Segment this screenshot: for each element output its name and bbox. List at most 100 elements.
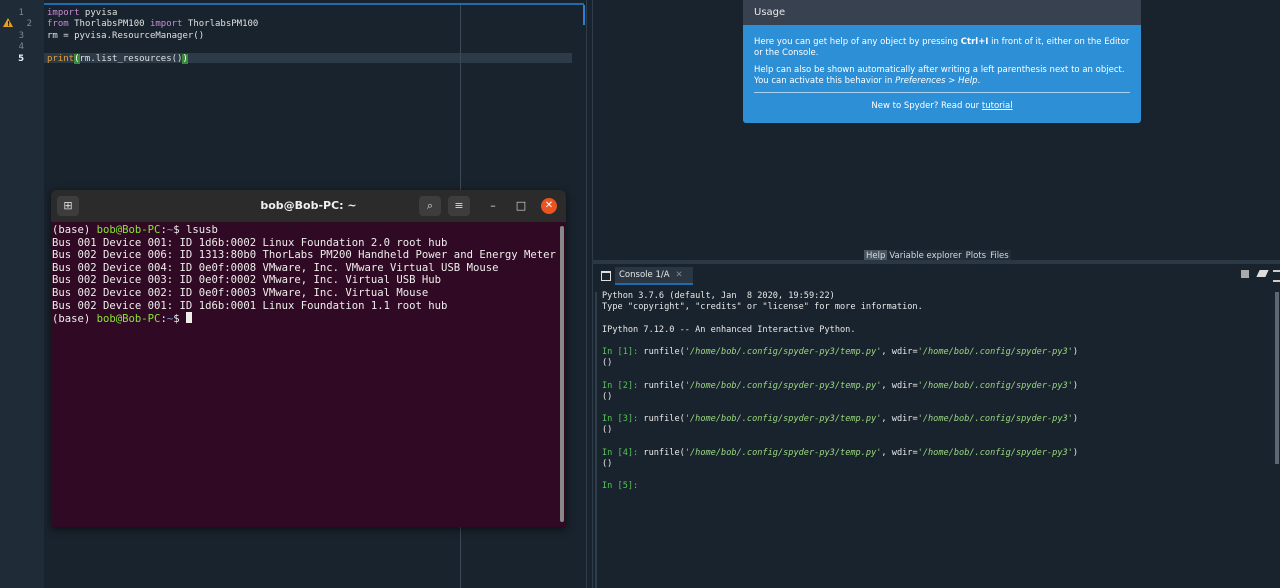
console-tab[interactable]: Console 1/A ✕ xyxy=(615,267,693,285)
console-input-line: In [3]: runfile('/home/bob/.config/spyde… xyxy=(602,414,1262,425)
code-text: ThorlabsPM100 xyxy=(68,19,150,29)
usage-panel: Usage Here you can get help of any objec… xyxy=(743,0,1141,123)
stop-icon[interactable] xyxy=(1241,270,1249,278)
conda-env: (base) xyxy=(52,313,97,326)
tutorial-link[interactable]: tutorial xyxy=(982,101,1013,111)
search-button[interactable]: ⌕ xyxy=(419,196,441,216)
code-text: ) xyxy=(1072,380,1079,391)
code-line[interactable]: import pyvisa xyxy=(47,8,117,18)
terminal-output-line: Bus 002 Device 003: ID 0e0f:0002 VMware,… xyxy=(52,274,442,287)
editor-scroll-marker xyxy=(583,5,585,25)
console-banner-line: Python 3.7.6 (default, Jan 8 2020, 19:59… xyxy=(602,291,835,301)
console-input-line: In [1]: runfile('/home/bob/.config/spyde… xyxy=(602,347,1262,358)
line-number-gutter: 1 2 ! 3 4 5 xyxy=(0,0,44,588)
conda-env: (base) xyxy=(52,224,97,236)
console-output-line: () xyxy=(602,391,613,402)
close-tab-icon[interactable]: ✕ xyxy=(676,270,683,280)
matched-paren: ) xyxy=(182,54,188,64)
line-number-active: 5 xyxy=(18,54,24,64)
shortcut-text: Ctrl+I xyxy=(960,37,989,47)
line-number: 4 xyxy=(18,42,24,52)
close-button[interactable]: ✕ xyxy=(541,198,557,214)
code-text: rm.list_resources() xyxy=(79,54,183,64)
code-text: , wdir= xyxy=(881,447,918,458)
terminal-output-line: Bus 002 Device 004: ID 0e0f:0008 VMware,… xyxy=(52,261,499,274)
warning-glyph: ! xyxy=(7,20,11,28)
minimize-icon: – xyxy=(490,199,496,212)
terminal-output-line: Bus 002 Device 001: ID 1d6b:0001 Linux F… xyxy=(52,299,448,312)
code-line[interactable]: from ThorlabsPM100 import ThorlabsPM100 xyxy=(47,19,258,29)
prompt-dollar: $ xyxy=(173,313,186,326)
maximize-icon: □ xyxy=(515,199,527,212)
hamburger-menu-icon: ≡ xyxy=(454,199,464,212)
line-number: 1 xyxy=(18,8,24,18)
maximize-button[interactable]: □ xyxy=(513,198,529,214)
code-text: , wdir= xyxy=(881,380,918,391)
code-text: runfile( xyxy=(643,447,685,458)
console-margin xyxy=(595,292,597,588)
terminal-output-line: Bus 002 Device 006: ID 1313:80b0 ThorLab… xyxy=(52,249,556,262)
minimize-button[interactable]: – xyxy=(485,198,501,214)
pane-tabbar: Help Variable explorer Plots Files xyxy=(864,243,1011,262)
code-text: rm = pyvisa.ResourceManager() xyxy=(47,31,205,41)
code-text: , wdir= xyxy=(881,346,918,357)
console-output-line: () xyxy=(602,358,613,369)
terminal-titlebar[interactable]: ⊞ bob@Bob-PC: ~ ⌕ ≡ – □ ✕ xyxy=(51,190,566,222)
code-text: pyvisa xyxy=(79,8,118,18)
console-current-prompt[interactable]: In [5]: xyxy=(602,481,1262,492)
string-literal: '/home/bob/.config/spyder-py3/temp.py' xyxy=(684,447,882,458)
string-literal: '/home/bob/.config/spyder-py3' xyxy=(917,414,1073,425)
console-banner-line xyxy=(602,313,1262,324)
preferences-path: Preferences > Help xyxy=(895,75,978,86)
search-icon: ⌕ xyxy=(426,199,434,212)
console-tabbar: Console 1/A ✕ xyxy=(593,264,1280,286)
terminal-command: lsusb xyxy=(185,224,218,236)
string-literal: '/home/bob/.config/spyder-py3' xyxy=(917,380,1073,391)
keyword: import xyxy=(47,8,80,18)
line-number: 3 xyxy=(18,31,24,41)
builtin-function: print xyxy=(47,54,75,64)
input-prompt: In [4]: xyxy=(602,447,644,458)
string-literal: '/home/bob/.config/spyder-py3/temp.py' xyxy=(684,414,882,425)
console-scrollbar[interactable] xyxy=(1275,292,1279,464)
code-text: runfile( xyxy=(643,414,685,425)
code-text: ThorlabsPM100 xyxy=(182,19,259,29)
string-literal: '/home/bob/.config/spyder-py3/temp.py' xyxy=(684,380,882,391)
code-text: ) xyxy=(1072,346,1079,357)
console-banner-line: Type "copyright", "credits" or "license"… xyxy=(602,302,923,313)
prompt-dollar: $ xyxy=(173,224,186,236)
prompt-user: bob@Bob-PC xyxy=(96,224,161,236)
keyword: from xyxy=(47,19,69,29)
footer-text: New to Spyder? Read our xyxy=(871,101,982,111)
usage-heading: Usage xyxy=(743,0,1141,25)
code-text: , wdir= xyxy=(881,414,918,425)
usage-text: . xyxy=(977,75,981,86)
warning-icon[interactable]: ! xyxy=(3,18,13,28)
terminal-window[interactable]: ⊞ bob@Bob-PC: ~ ⌕ ≡ – □ ✕ (base) bob@Bob… xyxy=(51,190,566,527)
close-icon: ✕ xyxy=(544,200,554,211)
console-output[interactable]: Python 3.7.6 (default, Jan 8 2020, 19:59… xyxy=(602,291,1262,581)
text-cursor xyxy=(185,312,192,324)
prompt-user: bob@Bob-PC xyxy=(96,313,161,326)
code-line[interactable]: rm = pyvisa.ResourceManager() xyxy=(47,31,204,41)
console-tab-label: Console 1/A xyxy=(619,270,670,280)
terminal-prompt-line: (base) bob@Bob-PC:~$ xyxy=(52,312,557,326)
eraser-icon[interactable] xyxy=(1256,270,1269,277)
input-prompt: In [3]: xyxy=(602,414,644,425)
code-line[interactable]: print(rm.list_resources()) xyxy=(47,54,188,64)
usage-paragraph: Here you can get help of any object by p… xyxy=(754,37,1134,58)
editor-focus-line xyxy=(0,3,584,5)
options-menu-icon[interactable] xyxy=(1273,270,1280,282)
console-banner-line: IPython 7.12.0 -- An enhanced Interactiv… xyxy=(602,324,856,335)
input-prompt: In [1]: xyxy=(602,346,644,357)
console-input-line: In [2]: runfile('/home/bob/.config/spyde… xyxy=(602,381,1262,392)
string-literal: '/home/bob/.config/spyder-py3' xyxy=(917,447,1073,458)
terminal-output[interactable]: (base) bob@Bob-PC:~$ lsusb Bus 001 Devic… xyxy=(51,222,557,527)
terminal-prompt-line: (base) bob@Bob-PC:~$ lsusb xyxy=(52,224,557,237)
menu-button[interactable]: ≡ xyxy=(448,196,470,216)
string-literal: '/home/bob/.config/spyder-py3' xyxy=(917,346,1073,357)
usage-text: Here you can get help of any object by p… xyxy=(754,37,961,47)
ipython-console[interactable]: Console 1/A ✕ Python 3.7.6 (default, Jan … xyxy=(592,264,1280,588)
code-text: ) xyxy=(1072,414,1079,425)
terminal-scrollbar[interactable] xyxy=(560,226,564,522)
